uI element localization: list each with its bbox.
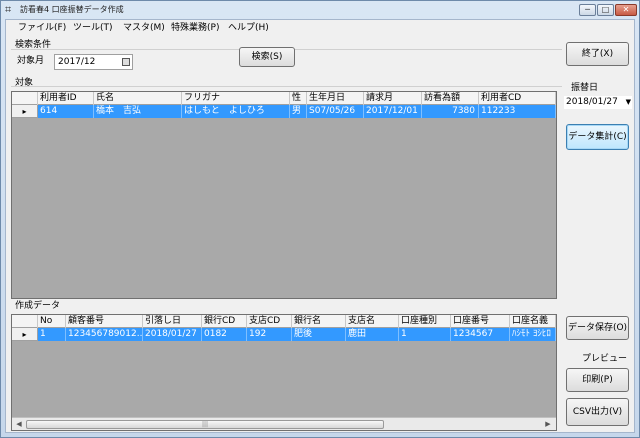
column-header[interactable]: 銀行名 [292,315,346,328]
close-button[interactable]: ✕ [615,4,637,16]
app-grid-icon: ⌗ [5,3,12,16]
output-grid[interactable]: No 顧客番号 引落し日 銀行CD 支店CD 銀行名 支店名 口座種別 口座番号… [11,314,557,431]
menu-bar: ファイル(F) ツール(T) マスタ(M) 特殊業務(P) ヘルプ(H) [6,20,634,37]
table-cell[interactable]: 肥後 [292,328,346,341]
table-cell[interactable]: 2017/12/01 [364,105,422,118]
scrollbar-thumb[interactable]: ||| [26,420,384,429]
column-header[interactable]: フリガナ [182,92,290,105]
table-cell[interactable]: 1 [399,328,451,341]
column-header[interactable]: 顧客番号 [66,315,143,328]
table-cell[interactable]: 614 [38,105,94,118]
column-header[interactable]: 口座名義 [510,315,556,328]
window-title: 訪看春4 口座振替データ作成 [20,5,124,14]
target-grid[interactable]: 利用者ID 氏名 フリガナ 性 生年月日 請求月 訪看為額 利用者CD ▸ 61… [11,91,557,299]
column-header[interactable]: 氏名 [94,92,182,105]
column-header[interactable]: 銀行CD [202,315,247,328]
column-header[interactable]: 利用者CD [479,92,556,105]
scroll-right-icon[interactable]: ▶ [542,419,554,430]
title-bar[interactable]: ⌗ 訪看春4 口座振替データ作成 ─ □ ✕ [1,1,639,19]
column-header[interactable]: 性 [290,92,307,105]
target-month-label: 対象月 [17,56,45,66]
table-cell[interactable]: 192 [247,328,292,341]
search-button[interactable]: 検索(S) [239,47,295,67]
table-row[interactable]: ▸ 614 橋本 吉弘 はしもと よしひろ 男 S07/05/26 2017/1… [12,105,556,118]
calendar-icon[interactable] [122,58,130,66]
target-grid-header: 利用者ID 氏名 フリガナ 性 生年月日 請求月 訪看為額 利用者CD [12,92,556,105]
column-header[interactable]: 請求月 [364,92,422,105]
table-cell[interactable]: 123456789012... [66,328,143,341]
menu-file[interactable]: ファイル(F) [18,23,66,34]
table-cell[interactable]: 2018/01/27 [143,328,202,341]
menu-master[interactable]: マスタ(M) [123,23,165,34]
output-label: 作成データ [15,301,61,311]
target-month-input[interactable]: 2017/12 [54,54,133,70]
menu-help[interactable]: ヘルプ(H) [228,23,269,34]
table-cell[interactable]: ﾊｼﾓﾄ ﾖｼﾋﾛ [510,328,556,341]
table-cell[interactable]: 112233 [479,105,556,118]
output-grid-header: No 顧客番号 引落し日 銀行CD 支店CD 銀行名 支店名 口座種別 口座番号… [12,315,556,328]
table-row[interactable]: ▸ 1 123456789012... 2018/01/27 0182 192 … [12,328,556,341]
table-cell[interactable]: 鹿田 [346,328,399,341]
target-month-value: 2017/12 [58,57,96,67]
column-header[interactable]: 訪看為額 [422,92,479,105]
table-cell[interactable]: 0182 [202,328,247,341]
client-area: ファイル(F) ツール(T) マスタ(M) 特殊業務(P) ヘルプ(H) 検索条… [5,19,635,433]
menu-tools[interactable]: ツール(T) [73,23,113,34]
column-header[interactable]: 生年月日 [307,92,364,105]
column-header[interactable]: 支店CD [247,315,292,328]
transfer-date-label: 振替日 [571,83,599,93]
app-window: ⌗ 訪看春4 口座振替データ作成 ─ □ ✕ ファイル(F) ツール(T) マス… [0,0,640,438]
scroll-left-icon[interactable]: ◀ [13,419,25,430]
row-selector-icon[interactable]: ▸ [12,105,38,118]
print-button[interactable]: 印刷(P) [566,368,629,392]
row-selector-icon[interactable]: ▸ [12,328,38,341]
dropdown-arrow-icon[interactable]: ▼ [626,96,631,109]
header-corner [12,92,38,105]
horizontal-scrollbar[interactable]: ◀ ||| ▶ [12,417,556,430]
table-cell[interactable]: はしもと よしひろ [182,105,290,118]
column-header[interactable]: No [38,315,66,328]
preview-label[interactable]: プレビュー [582,354,627,365]
aggregate-button[interactable]: データ集計(C) [566,124,629,150]
column-header[interactable]: 口座種別 [399,315,451,328]
table-cell[interactable]: 7380 [422,105,479,118]
exit-button[interactable]: 終了(X) [566,42,629,66]
column-header[interactable]: 利用者ID [38,92,94,105]
save-button[interactable]: データ保存(O) [566,316,629,340]
minimize-button[interactable]: ─ [579,4,596,16]
search-group-label: 検索条件 [15,40,52,50]
target-label: 対象 [15,78,34,88]
column-header[interactable]: 口座番号 [451,315,510,328]
table-cell[interactable]: S07/05/26 [307,105,364,118]
column-header[interactable]: 引落し日 [143,315,202,328]
table-cell[interactable]: 男 [290,105,307,118]
table-cell[interactable]: 1 [38,328,66,341]
table-cell[interactable]: 1234567 [451,328,510,341]
header-corner [12,315,38,328]
menu-special[interactable]: 特殊業務(P) [171,23,219,34]
column-header[interactable]: 支店名 [346,315,399,328]
maximize-button[interactable]: □ [597,4,614,16]
transfer-date-value: 2018/01/27 [566,97,618,107]
transfer-date-select[interactable]: 2018/01/27 ▼ [563,95,633,110]
table-cell[interactable]: 橋本 吉弘 [94,105,182,118]
csv-export-button[interactable]: CSV出力(V) [566,398,629,426]
